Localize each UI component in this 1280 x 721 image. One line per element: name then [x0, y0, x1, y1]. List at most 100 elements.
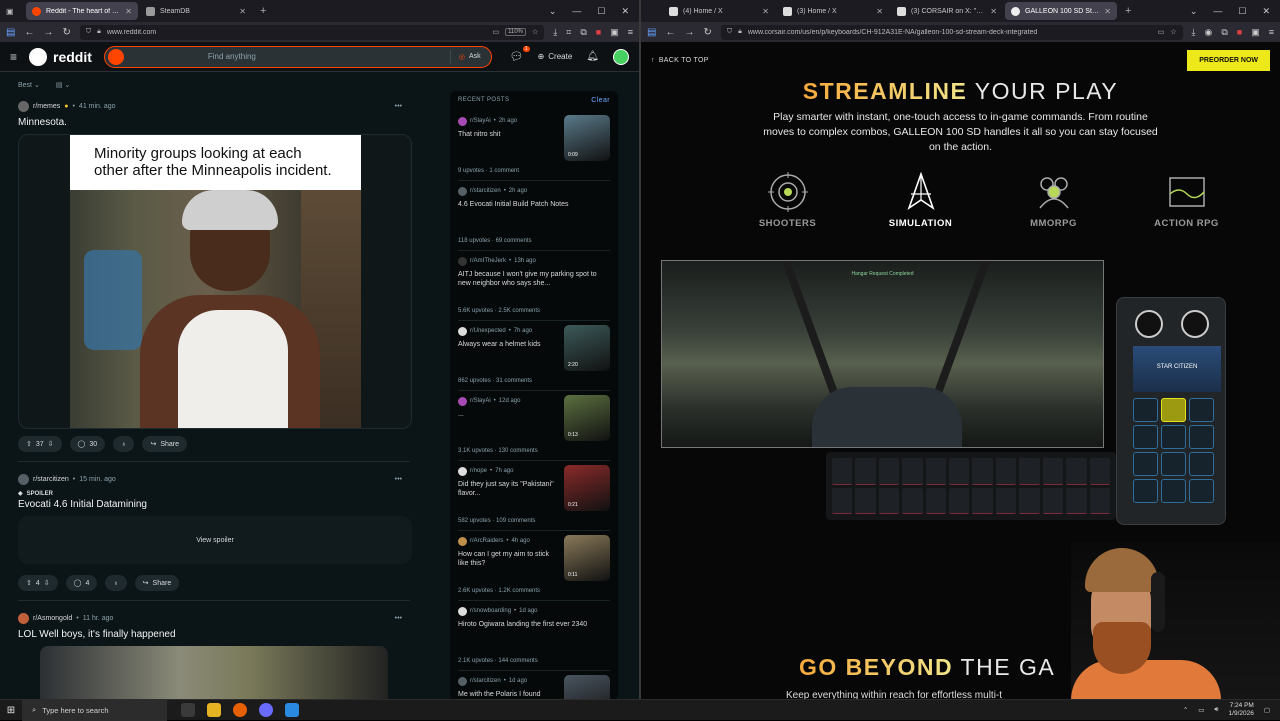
- sidebar-toggle-icon[interactable]: ▤: [6, 27, 15, 38]
- forward-icon[interactable]: →: [684, 27, 694, 38]
- minimize-icon[interactable]: —: [572, 6, 581, 17]
- extensions-icon[interactable]: ⧉: [1221, 27, 1227, 38]
- more-options-icon[interactable]: •••: [395, 476, 402, 483]
- menu-icon[interactable]: ≡: [628, 27, 633, 38]
- back-to-top-link[interactable]: ↑ BACK TO TOP: [651, 57, 709, 64]
- award-button[interactable]: ♁: [113, 436, 135, 452]
- new-tab-icon[interactable]: +: [1119, 5, 1137, 17]
- hamburger-menu-icon[interactable]: ≡: [10, 50, 17, 64]
- vote-control[interactable]: ⇧ 37 ⇩: [18, 436, 62, 452]
- recent-post-thumbnail[interactable]: 0:21: [564, 465, 610, 511]
- chevron-down-icon[interactable]: ⌄: [549, 6, 557, 17]
- tab-mmorpg[interactable]: MMORPG: [987, 172, 1120, 229]
- preorder-button[interactable]: PREORDER NOW: [1187, 49, 1270, 71]
- notifications-icon[interactable]: ▢: [1264, 706, 1270, 714]
- bookmark-star-icon[interactable]: ☆: [532, 28, 538, 36]
- bookmark-star-icon[interactable]: ☆: [1170, 28, 1176, 36]
- recent-post-item[interactable]: r/SlayAi • 12d ago... 3.1K upvotes · 130 co…: [458, 391, 610, 461]
- post-title[interactable]: Minnesota.: [18, 117, 410, 128]
- tab-shooters[interactable]: SHOOTERS: [721, 172, 854, 229]
- maximize-icon[interactable]: ☐: [1238, 6, 1246, 17]
- tab-x-home-2[interactable]: (3) Home / X ✕: [777, 2, 889, 20]
- recent-post-item[interactable]: r/nope • 7h ago Did they just say its "Paki…: [458, 461, 610, 531]
- zoom-level[interactable]: 110%: [505, 28, 526, 36]
- recent-post-item[interactable]: r/SlayAi • 2h ago That nitro shit 9 upvotes …: [458, 111, 610, 181]
- downloads-icon[interactable]: ⤓: [1192, 27, 1196, 38]
- reader-view-icon[interactable]: ▭: [1158, 28, 1165, 36]
- downloads-icon[interactable]: ⤓: [553, 27, 557, 38]
- recent-post-thumbnail[interactable]: 0:11: [564, 535, 610, 581]
- downvote-icon[interactable]: ⇩: [44, 579, 50, 587]
- more-options-icon[interactable]: •••: [395, 103, 402, 110]
- close-tab-icon[interactable]: ✕: [1104, 7, 1111, 16]
- forward-icon[interactable]: →: [43, 27, 53, 38]
- ask-button[interactable]: ◎ Ask: [449, 49, 491, 64]
- share-button[interactable]: ↪ Share: [142, 436, 187, 452]
- file-explorer-icon[interactable]: [207, 703, 221, 717]
- recent-post-thumbnail[interactable]: 4: [564, 675, 610, 699]
- comments-button[interactable]: ◯ 30: [69, 436, 106, 452]
- comments-button[interactable]: ◯ 4: [65, 575, 98, 591]
- subreddit-icon[interactable]: [18, 473, 29, 485]
- back-icon[interactable]: ←: [665, 27, 675, 38]
- notification-bell-icon[interactable]: 🔔︎: [586, 51, 599, 62]
- obs-icon[interactable]: [259, 703, 273, 717]
- recent-post-thumbnail[interactable]: 0:13: [564, 395, 610, 441]
- feed-post[interactable]: r/starcitizen • 15 min. ago ••• ◆ SPOILER…: [0, 470, 428, 601]
- recent-post-thumbnail[interactable]: 2:20: [564, 325, 610, 371]
- shield-icon[interactable]: ⛉: [727, 28, 732, 36]
- screenshot-icon[interactable]: ⌗: [566, 27, 571, 38]
- recent-post-thumbnail[interactable]: 0:09: [564, 115, 610, 161]
- recent-post-item[interactable]: r/snowboarding • 1d ago Hiroto Ogiwara land…: [458, 601, 610, 671]
- tab-x-home-1[interactable]: (4) Home / X ✕: [663, 2, 775, 20]
- search-input[interactable]: Find anything ◎ Ask: [103, 45, 492, 68]
- addon-icon[interactable]: ◉: [1204, 27, 1212, 38]
- subreddit-icon[interactable]: [18, 612, 29, 624]
- reddit-logo[interactable]: reddit: [29, 47, 92, 66]
- subreddit-name[interactable]: r/starcitizen: [33, 476, 69, 483]
- downvote-icon[interactable]: ⇩: [48, 440, 54, 448]
- recent-post-item[interactable]: r/starcitizen • 1d ago Me with the Polaris …: [458, 671, 610, 699]
- more-options-icon[interactable]: •••: [395, 615, 402, 622]
- addon-icon[interactable]: ▣: [1251, 27, 1260, 38]
- award-button[interactable]: ♁: [105, 575, 127, 591]
- avatar[interactable]: [613, 48, 629, 65]
- post-title[interactable]: Evocati 4.6 Initial Datamining: [18, 499, 410, 510]
- tab-overview-icon[interactable]: ▣: [6, 7, 24, 16]
- tab-action-rpg[interactable]: ACTION RPG: [1120, 172, 1253, 229]
- view-spoiler-button[interactable]: View spoiler: [18, 516, 412, 564]
- recent-post-item[interactable]: r/starcitizen • 2h ago 4.6 Evocati Initial …: [458, 181, 610, 251]
- taskbar-search-input[interactable]: ⌕ Type here to search: [22, 699, 167, 721]
- minimize-icon[interactable]: —: [1213, 6, 1222, 17]
- post-title[interactable]: LOL Well boys, it's finally happened: [18, 629, 410, 640]
- firefox-icon[interactable]: [233, 703, 247, 717]
- network-icon[interactable]: ▭: [1198, 706, 1204, 714]
- product-video[interactable]: Hangar Request Completed: [661, 260, 1104, 448]
- recent-post-item[interactable]: r/AmITheJerk • 13h ago AITJ because I won't…: [458, 251, 610, 321]
- tab-galleon[interactable]: GALLEON 100 SD Stream Deck ✕: [1005, 2, 1117, 20]
- subreddit-icon[interactable]: [18, 100, 29, 112]
- sort-dropdown[interactable]: Best ⌄: [18, 81, 40, 89]
- close-window-icon[interactable]: ✕: [621, 6, 629, 17]
- extensions-icon[interactable]: ⧉: [580, 27, 586, 38]
- view-toggle-icon[interactable]: ▤ ⌄: [56, 81, 70, 89]
- share-button[interactable]: ↪ Share: [134, 575, 180, 591]
- system-clock[interactable]: 7:24 PM 1/9/2026: [1229, 702, 1254, 718]
- chevron-down-icon[interactable]: ⌄: [1190, 6, 1198, 17]
- close-tab-icon[interactable]: ✕: [876, 7, 883, 16]
- sidebar-toggle-icon[interactable]: ▤: [647, 27, 656, 38]
- close-tab-icon[interactable]: ✕: [762, 7, 769, 16]
- address-bar[interactable]: ⛉ 🔒︎ www.corsair.com/us/en/p/keyboards/C…: [720, 24, 1183, 40]
- volume-icon[interactable]: 🔊︎: [1214, 706, 1218, 714]
- tab-steamdb[interactable]: SteamDB ✕: [140, 2, 252, 20]
- url-text[interactable]: www.corsair.com/us/en/p/keyboards/CH-912…: [748, 29, 1152, 36]
- upvote-icon[interactable]: ⇧: [26, 579, 32, 587]
- post-image[interactable]: [40, 646, 388, 699]
- windows-start-icon[interactable]: ⊞: [0, 700, 22, 721]
- chat-icon[interactable]: 💬︎ 1: [510, 46, 530, 63]
- menu-icon[interactable]: ≡: [1269, 27, 1274, 38]
- feed-post[interactable]: r/Asmongold • 11 hr. ago ••• LOL Well bo…: [0, 609, 428, 699]
- upvote-icon[interactable]: ⇧: [26, 440, 32, 448]
- new-tab-icon[interactable]: +: [254, 5, 272, 17]
- address-bar[interactable]: ⛉ 🔒︎ www.reddit.com ▭ 110% ☆: [79, 24, 545, 40]
